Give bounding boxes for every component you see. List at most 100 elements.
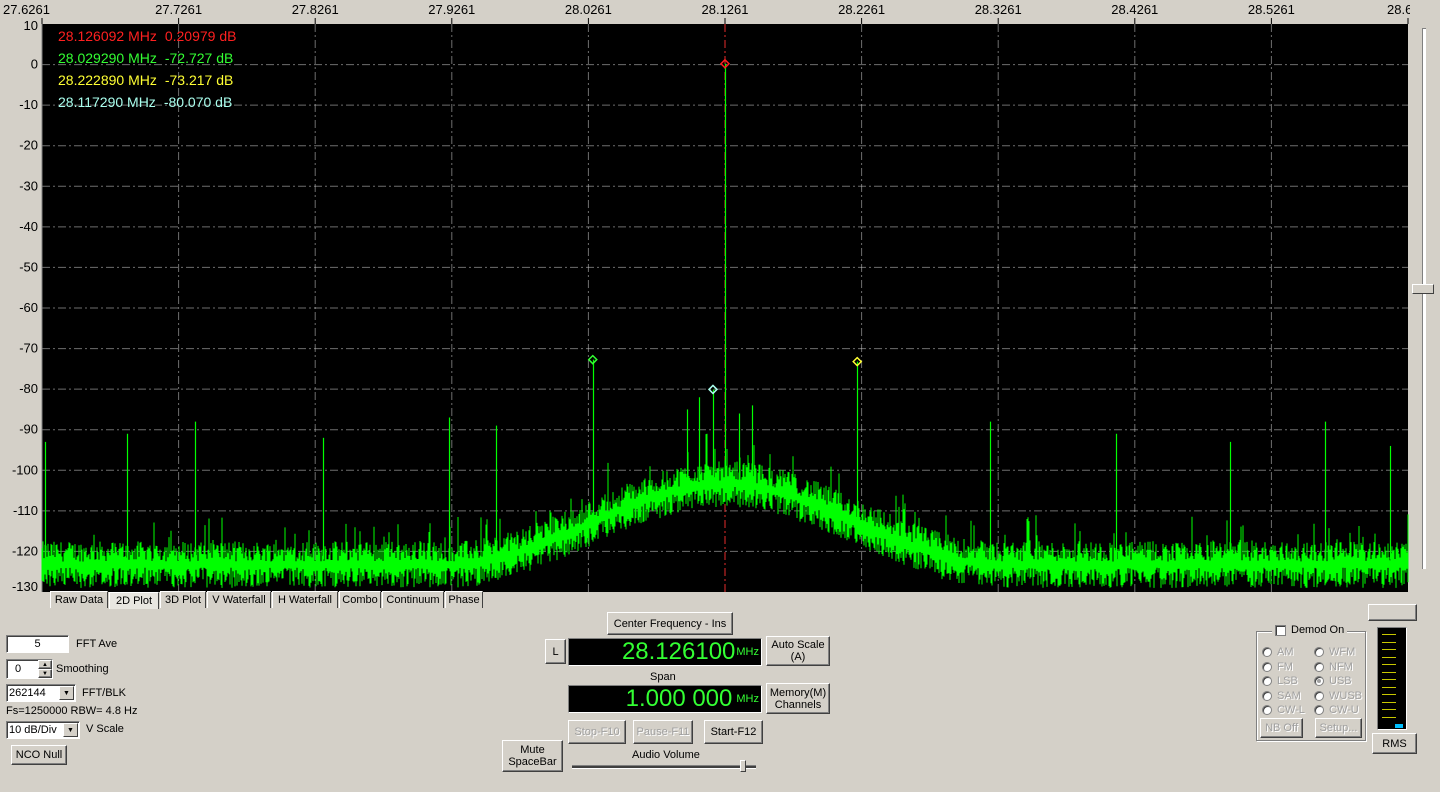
pause-button[interactable]: Pause-F11 bbox=[633, 720, 693, 744]
mode-label: USB bbox=[1329, 675, 1352, 687]
mode-radio-nfm[interactable]: NFM bbox=[1314, 661, 1353, 673]
x-tick-label: 28.4261 bbox=[1111, 2, 1158, 17]
center-frequency-button[interactable]: Center Frequency - Ins bbox=[607, 612, 733, 635]
y-tick-label: -60 bbox=[19, 300, 38, 315]
audio-volume-thumb[interactable] bbox=[740, 760, 746, 772]
y-tick-label: -50 bbox=[19, 259, 38, 274]
audio-volume-slider[interactable] bbox=[572, 760, 758, 774]
marker-frequency: 28.126092 MHz bbox=[58, 28, 157, 44]
memory-channels-button[interactable]: Memory(M) Channels bbox=[766, 683, 830, 714]
meter-level-bar bbox=[1395, 724, 1403, 728]
mode-radio-usb[interactable]: USB bbox=[1314, 675, 1352, 687]
auto-scale-button[interactable]: Auto Scale (A) bbox=[766, 636, 830, 666]
smoothing-label: Smoothing bbox=[56, 663, 109, 675]
mode-label: CW-L bbox=[1277, 704, 1305, 716]
meter-tick bbox=[1382, 634, 1396, 635]
marker-readout: 28.117290 MHz -80.070 dB bbox=[58, 94, 232, 110]
mode-radio-fm[interactable]: FM bbox=[1262, 661, 1293, 673]
radio-icon[interactable] bbox=[1262, 676, 1272, 686]
y-tick-label: 0 bbox=[31, 57, 38, 72]
center-frequency-display[interactable]: 28.126100 MHz bbox=[568, 638, 762, 666]
demod-on-checkbox[interactable]: Demod On bbox=[1272, 624, 1348, 636]
tab-phase[interactable]: Phase bbox=[445, 591, 483, 608]
marker-frequency: 28.117290 MHz bbox=[58, 94, 156, 110]
mode-radio-wusb[interactable]: WUSB bbox=[1314, 690, 1362, 702]
fft-ave-value: 5 bbox=[34, 638, 41, 650]
fft-ave-input[interactable]: 5 bbox=[6, 635, 69, 653]
marker-level: 0.20979 dB bbox=[164, 28, 237, 44]
meter-tick bbox=[1382, 664, 1396, 665]
fs-info: Fs=1250000 RBW= 4.8 Hz bbox=[6, 705, 138, 717]
chevron-down-icon[interactable]: ▼ bbox=[63, 723, 78, 737]
y-tick-label: -110 bbox=[13, 503, 38, 518]
nco-null-button[interactable]: NCO Null bbox=[11, 745, 67, 765]
radio-icon[interactable] bbox=[1262, 705, 1272, 715]
y-tick-label: -20 bbox=[19, 138, 38, 153]
vscale-label: V Scale bbox=[86, 723, 124, 735]
tab-2d-plot[interactable]: 2D Plot bbox=[109, 592, 159, 609]
meter-tick bbox=[1382, 686, 1396, 688]
radio-icon[interactable] bbox=[1314, 676, 1324, 686]
start-button[interactable]: Start-F12 bbox=[704, 720, 763, 744]
spectrum-plot[interactable]: 27.6261 27.7261 27.8261 27.9261 28.0261 28.12… bbox=[0, 0, 1410, 592]
mode-label: FM bbox=[1277, 660, 1293, 673]
mode-radio-wfm[interactable]: WFM bbox=[1314, 646, 1355, 658]
radio-icon[interactable] bbox=[1314, 647, 1324, 657]
marker-level: -80.070 dB bbox=[163, 94, 233, 110]
meter-tick bbox=[1382, 701, 1396, 703]
smoothing-spinner[interactable]: ▲ ▼ bbox=[38, 660, 52, 678]
fft-blk-select[interactable]: 262144 ▼ bbox=[6, 684, 76, 702]
x-tick-label: 28.1261 bbox=[702, 2, 749, 17]
tab-v-waterfall[interactable]: V Waterfall bbox=[207, 591, 271, 608]
marker-readout: 28.126092 MHz 0.20979 dB bbox=[58, 28, 236, 44]
radio-icon[interactable] bbox=[1262, 647, 1272, 657]
lock-button[interactable]: L bbox=[545, 639, 566, 664]
chevron-down-icon[interactable]: ▼ bbox=[59, 686, 74, 700]
signal-level-meter bbox=[1377, 627, 1407, 730]
mode-label: WUSB bbox=[1329, 689, 1362, 702]
meter-header-button[interactable] bbox=[1368, 604, 1417, 621]
radio-icon[interactable] bbox=[1262, 690, 1272, 701]
meter-tick bbox=[1382, 671, 1396, 673]
smoothing-input[interactable]: 0 ▲ ▼ bbox=[6, 659, 53, 679]
tab-combo[interactable]: Combo bbox=[339, 591, 381, 608]
mode-radio-cw-u[interactable]: CW-U bbox=[1314, 704, 1359, 716]
x-tick-label: 27.8261 bbox=[292, 2, 339, 17]
radio-icon[interactable] bbox=[1314, 690, 1324, 701]
tab-continuum[interactable]: Continuum bbox=[382, 591, 444, 608]
mode-radio-lsb[interactable]: LSB bbox=[1262, 675, 1298, 687]
radio-icon[interactable] bbox=[1314, 705, 1324, 715]
reference-level-slider[interactable] bbox=[1410, 24, 1440, 592]
mode-label: NFM bbox=[1329, 660, 1353, 673]
checkbox-icon[interactable] bbox=[1275, 624, 1286, 636]
fft-ave-label: FFT Ave bbox=[76, 638, 118, 650]
marker-readout: 28.222890 MHz -73.217 dB bbox=[58, 72, 233, 88]
tab-raw-data[interactable]: Raw Data bbox=[50, 591, 108, 608]
y-axis-ticks: 10 0 -10 -20 -30 -40 -50 -60 -70 -80 -90 -100 -110 -1… bbox=[12, 18, 38, 592]
radio-icon[interactable] bbox=[1262, 661, 1272, 672]
center-frequency-value: 28.126100 bbox=[621, 638, 736, 665]
vscale-select[interactable]: 10 dB/Div ▼ bbox=[6, 721, 80, 739]
y-tick-label: -40 bbox=[19, 219, 38, 234]
mode-radio-sam[interactable]: SAM bbox=[1262, 690, 1301, 702]
y-tick-label: 10 bbox=[24, 18, 38, 33]
mode-radio-am[interactable]: AM bbox=[1262, 646, 1294, 658]
mode-radio-cw-l[interactable]: CW-L bbox=[1262, 704, 1305, 716]
slider-thumb[interactable] bbox=[1412, 284, 1434, 294]
demod-on-label: Demod On bbox=[1291, 624, 1345, 636]
setup-button[interactable]: Setup... bbox=[1315, 718, 1362, 738]
marker-readout: 28.029290 MHz -72.727 dB bbox=[58, 50, 233, 66]
spin-down-icon[interactable]: ▼ bbox=[38, 669, 52, 678]
span-display[interactable]: 1.000 000 MHz bbox=[568, 685, 762, 713]
y-tick-label: -70 bbox=[19, 341, 38, 356]
meter-tick bbox=[1382, 694, 1396, 695]
tab-3d-plot[interactable]: 3D Plot bbox=[160, 591, 206, 608]
rms-button[interactable]: RMS bbox=[1372, 733, 1417, 754]
radio-icon[interactable] bbox=[1314, 661, 1324, 672]
mute-button[interactable]: Mute SpaceBar bbox=[502, 740, 563, 772]
stop-button[interactable]: Stop-F10 bbox=[568, 720, 626, 744]
nb-off-button[interactable]: NB Off bbox=[1260, 718, 1303, 738]
center-frequency-unit: MHz bbox=[736, 646, 759, 658]
meter-tick bbox=[1382, 656, 1396, 658]
tab-h-waterfall[interactable]: H Waterfall bbox=[272, 591, 338, 608]
